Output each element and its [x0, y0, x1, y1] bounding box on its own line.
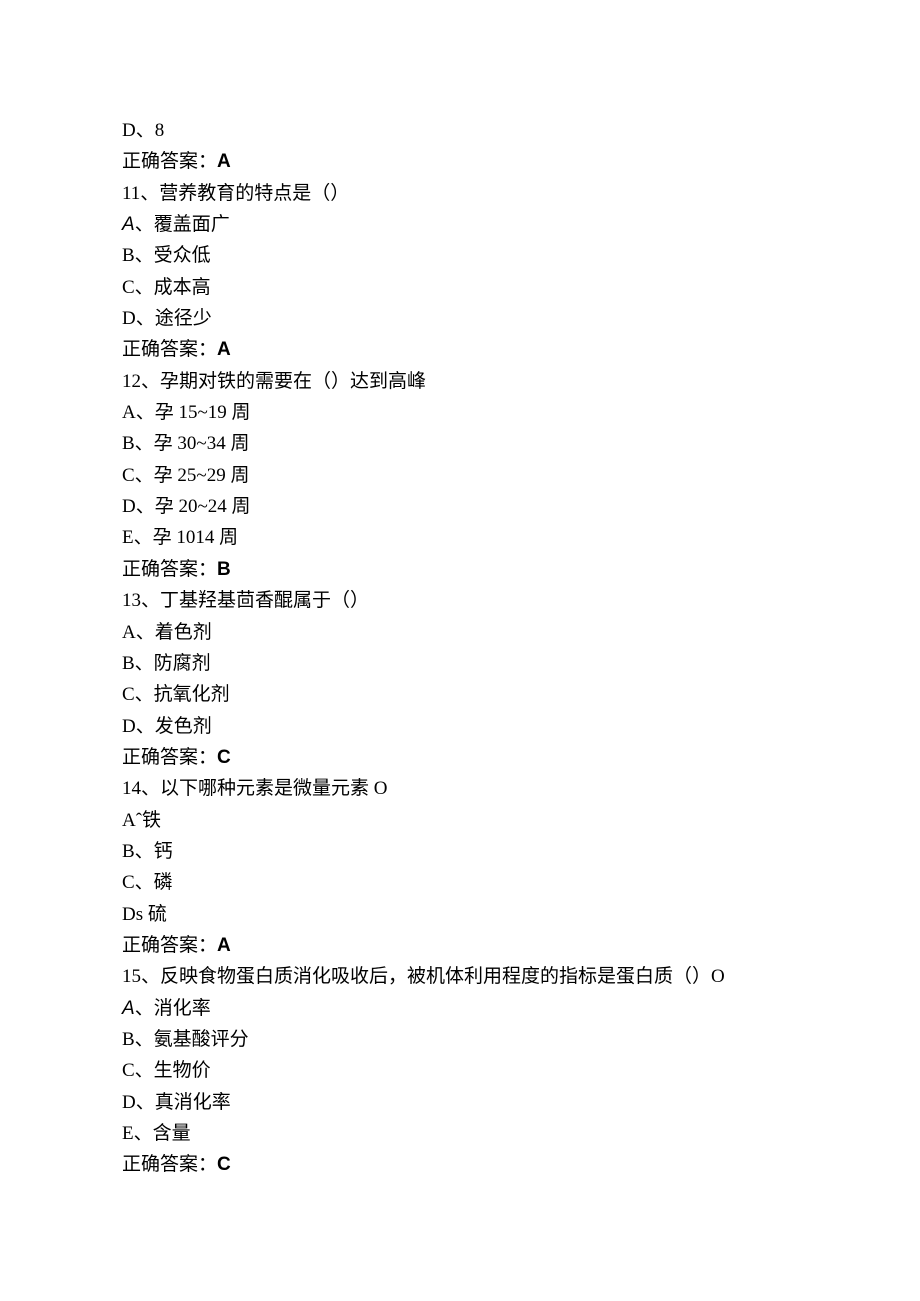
q11-option-a-text: 、覆盖面广: [135, 214, 230, 235]
q11-answer-label: 正确答案：: [122, 339, 217, 360]
q12-stem: 12、孕期对铁的需要在（）达到高峰: [122, 366, 920, 397]
q15-option-c: C、生物价: [122, 1055, 920, 1086]
q13-answer-letter: C: [217, 747, 231, 768]
q11-option-a: A、覆盖面广: [122, 209, 920, 240]
q15-answer: 正确答案：C: [122, 1149, 920, 1180]
q13-stem: 13、丁基羟基茴香醌属于（）: [122, 585, 920, 616]
q15-option-a-letter: A: [122, 998, 135, 1019]
q12-option-d: D、孕 20~24 周: [122, 491, 920, 522]
q12-option-a: A、孕 15~19 周: [122, 397, 920, 428]
q14-option-d: Ds 硫: [122, 899, 920, 930]
q15-option-d: D、真消化率: [122, 1087, 920, 1118]
q14-answer: 正确答案：A: [122, 930, 920, 961]
q15-option-a: A、消化率: [122, 993, 920, 1024]
q12-option-b: B、孕 30~34 周: [122, 428, 920, 459]
q15-answer-letter: C: [217, 1154, 231, 1175]
q14-answer-letter: A: [217, 935, 231, 956]
q10-answer: 正确答案：A: [122, 146, 920, 177]
q12-answer-letter: B: [217, 559, 231, 580]
q10-option-d: D、8: [122, 115, 920, 146]
q10-answer-letter: A: [217, 151, 231, 172]
q13-option-d: D、发色剂: [122, 711, 920, 742]
q10-answer-label: 正确答案：: [122, 151, 217, 172]
q12-answer-label: 正确答案：: [122, 559, 217, 580]
q11-option-c: C、成本高: [122, 272, 920, 303]
q12-answer: 正确答案：B: [122, 554, 920, 585]
q15-answer-label: 正确答案：: [122, 1154, 217, 1175]
q13-answer: 正确答案：C: [122, 742, 920, 773]
q15-stem: 15、反映食物蛋白质消化吸收后，被机体利用程度的指标是蛋白质（）O: [122, 961, 920, 992]
q11-stem: 11、营养教育的特点是（）: [122, 178, 920, 209]
q15-option-a-text: 、消化率: [135, 998, 211, 1019]
q14-answer-label: 正确答案：: [122, 935, 217, 956]
q14-stem: 14、以下哪种元素是微量元素 O: [122, 773, 920, 804]
q13-option-a: A、着色剂: [122, 617, 920, 648]
q14-option-b: B、钙: [122, 836, 920, 867]
q13-option-b: B、防腐剂: [122, 648, 920, 679]
q11-answer-letter: A: [217, 339, 231, 360]
q13-option-c: C、抗氧化剂: [122, 679, 920, 710]
q11-option-d: D、途径少: [122, 303, 920, 334]
q12-option-e: E、孕 1014 周: [122, 522, 920, 553]
q15-option-e: E、含量: [122, 1118, 920, 1149]
q11-option-b: B、受众低: [122, 240, 920, 271]
q13-answer-label: 正确答案：: [122, 747, 217, 768]
q14-option-a: Aˆ铁: [122, 805, 920, 836]
q15-option-b: B、氨基酸评分: [122, 1024, 920, 1055]
q11-option-a-letter: A: [122, 214, 135, 235]
q14-option-c: C、磷: [122, 867, 920, 898]
q11-answer: 正确答案：A: [122, 334, 920, 365]
q12-option-c: C、孕 25~29 周: [122, 460, 920, 491]
